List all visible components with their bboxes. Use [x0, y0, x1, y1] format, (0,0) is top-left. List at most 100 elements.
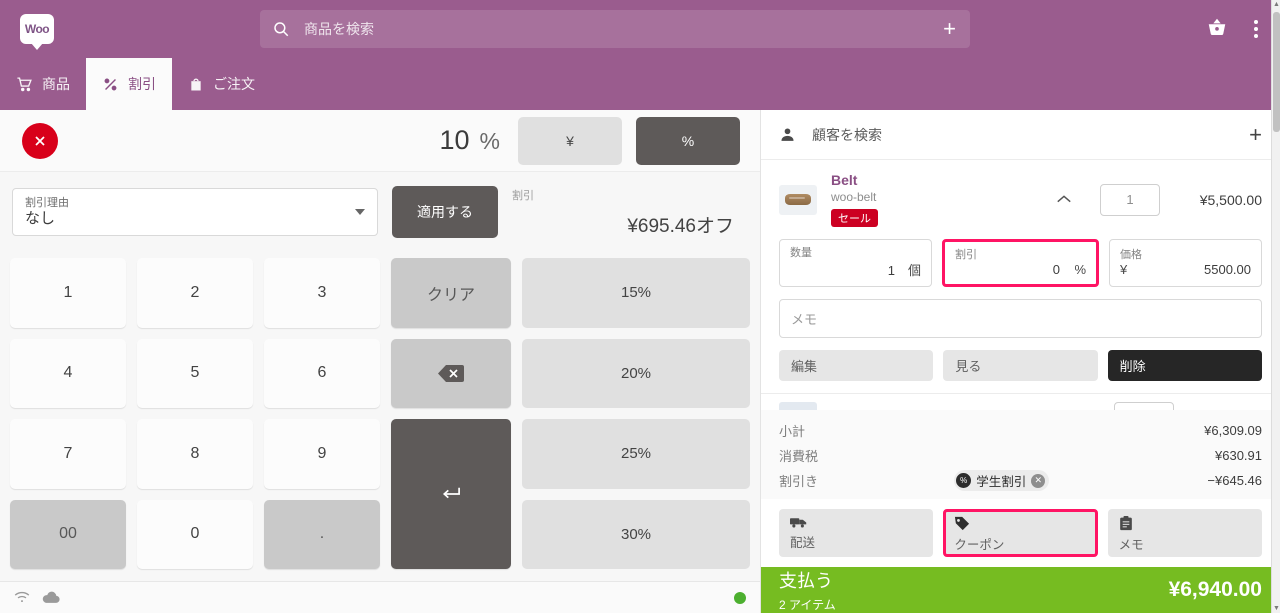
- tab-discount[interactable]: 割引: [86, 58, 172, 110]
- delete-button[interactable]: 削除: [1107, 350, 1262, 381]
- shopping-basket-icon[interactable]: [1206, 16, 1228, 43]
- key-00[interactable]: 00: [10, 499, 126, 569]
- quantity-field-unit: 個: [907, 263, 921, 278]
- key-backspace[interactable]: [391, 338, 511, 408]
- subtotal-row: 小計 ¥6,309.09: [779, 418, 1262, 443]
- key-0[interactable]: 0: [137, 499, 253, 569]
- customer-search-row[interactable]: 顧客を検索 +: [761, 110, 1280, 160]
- key-4[interactable]: 4: [10, 338, 126, 408]
- tag-icon: [954, 516, 1086, 531]
- page-scrollbar[interactable]: ▲ ▼: [1271, 0, 1280, 613]
- cart-icon: [16, 76, 33, 93]
- close-circle-icon[interactable]: [22, 122, 58, 159]
- tab-products[interactable]: 商品: [0, 58, 86, 110]
- discount-reason-select[interactable]: 割引理由 なし: [12, 188, 378, 236]
- discount-type-percent-button[interactable]: %: [636, 116, 740, 165]
- discount-header: 10 % ¥ %: [0, 110, 760, 172]
- discount-chip[interactable]: % 学生割引 ✕: [954, 470, 1050, 491]
- coupon-button-label: クーポン: [954, 538, 1005, 552]
- product-name: Belt: [831, 172, 858, 188]
- key-clear[interactable]: クリア: [391, 258, 511, 328]
- cart-panel: 顧客を検索 + Belt woo-belt セール 1 ¥5,500.00 数量: [760, 110, 1280, 613]
- chevron-up-icon[interactable]: [1056, 192, 1072, 207]
- edit-button[interactable]: 編集: [779, 350, 934, 381]
- line-quantity-input-partial[interactable]: [1114, 402, 1174, 410]
- line-fields-row: 数量 1 個 割引 0 % 価格 ¥ 5500.00: [761, 237, 1280, 287]
- note-button[interactable]: メモ: [1107, 509, 1262, 557]
- key-2[interactable]: 2: [137, 258, 253, 328]
- scroll-up-arrow[interactable]: ▲: [1273, 1, 1280, 8]
- coupon-button[interactable]: クーポン: [943, 509, 1098, 557]
- key-preset-30[interactable]: 30%: [522, 499, 750, 569]
- top-bar: Woo 商品を検索 +: [0, 0, 1280, 58]
- status-bar: [0, 581, 760, 613]
- tax-row: 消費税 ¥630.91: [779, 443, 1262, 468]
- line-discount-label: 割引: [955, 249, 977, 261]
- numeric-keypad: 1 2 3 クリア 15% 4 5 6 20% 7 8 9 25% 00 0 .…: [0, 250, 760, 581]
- remove-circle-icon[interactable]: ✕: [1031, 473, 1046, 488]
- key-8[interactable]: 8: [137, 419, 253, 489]
- quantity-field[interactable]: 数量 1 個: [779, 239, 932, 287]
- key-7[interactable]: 7: [10, 419, 126, 489]
- status-badge: セール: [831, 209, 878, 227]
- cart-line-item[interactable]: Belt woo-belt セール 1 ¥5,500.00: [761, 160, 1280, 237]
- key-1[interactable]: 1: [10, 258, 126, 328]
- tab-orders[interactable]: ご注文: [172, 58, 271, 110]
- discount-row-amount: −¥645.46: [1207, 473, 1262, 488]
- tax-label: 消費税: [779, 449, 819, 464]
- discount-type-yen-button[interactable]: ¥: [518, 116, 622, 165]
- shipping-button[interactable]: 配送: [779, 509, 934, 557]
- percent-circle-icon: %: [956, 473, 972, 488]
- discount-row: 割引き % 学生割引 ✕ −¥645.46: [779, 468, 1262, 493]
- line-discount-unit: %: [1074, 262, 1086, 277]
- customer-search-placeholder: 顧客を検索: [812, 126, 882, 143]
- line-memo-input[interactable]: メモ: [779, 299, 1262, 338]
- cart-bottom-actions: 配送 クーポン メモ: [761, 499, 1280, 567]
- product-thumbnail-partial: [779, 402, 817, 410]
- line-discount-field[interactable]: 割引 0 %: [942, 239, 1099, 287]
- top-bar-actions: [1206, 16, 1262, 43]
- key-preset-20[interactable]: 20%: [522, 338, 750, 408]
- pay-item-count: 2 アイテム: [779, 598, 836, 612]
- line-quantity-input[interactable]: 1: [1100, 183, 1160, 216]
- tab-bar: 商品 割引 ご注文: [0, 58, 1280, 110]
- pay-total: ¥6,940.00: [1168, 578, 1262, 601]
- add-customer-button[interactable]: +: [1249, 123, 1262, 146]
- kebab-menu-icon[interactable]: [1250, 16, 1262, 42]
- key-enter[interactable]: [391, 419, 511, 569]
- tax-amount: ¥630.91: [1215, 448, 1262, 463]
- product-search-bar[interactable]: 商品を検索 +: [260, 10, 970, 48]
- scroll-down-arrow[interactable]: ▼: [1273, 605, 1280, 612]
- apply-discount-button[interactable]: 適用する: [392, 186, 498, 238]
- percent-icon: [102, 76, 119, 93]
- price-field-label: 価格: [1120, 249, 1142, 261]
- line-actions-row: 編集 見る 削除: [761, 338, 1280, 393]
- bag-icon: [188, 76, 204, 93]
- add-product-button[interactable]: +: [943, 18, 956, 40]
- pay-button[interactable]: 支払う 2 アイテム ¥6,940.00: [761, 567, 1280, 613]
- key-preset-25[interactable]: 25%: [522, 419, 750, 489]
- discount-unit: %: [479, 128, 500, 154]
- key-6[interactable]: 6: [264, 338, 380, 408]
- key-preset-15[interactable]: 15%: [522, 258, 750, 328]
- line-discount-line: 0 %: [955, 262, 1086, 277]
- key-9[interactable]: 9: [264, 419, 380, 489]
- cloud-icon: [42, 591, 60, 604]
- scrollbar-thumb[interactable]: [1273, 12, 1280, 132]
- pos-app: Woo 商品を検索 + 商品 割引 ご注文 10 % ¥ % 割引理由 なし 適…: [0, 0, 1280, 613]
- view-button[interactable]: 見る: [943, 350, 1098, 381]
- discount-row-label: 割引き: [779, 474, 819, 489]
- key-decimal[interactable]: .: [264, 499, 380, 569]
- quantity-field-value: 1: [887, 263, 895, 278]
- price-field[interactable]: 価格 ¥ 5500.00: [1109, 239, 1262, 287]
- tab-discount-label: 割引: [128, 76, 156, 92]
- chevron-down-icon[interactable]: [355, 209, 365, 215]
- cart-line-item-partial[interactable]: [761, 393, 1280, 410]
- price-field-currency: ¥: [1120, 262, 1128, 277]
- quantity-field-line: 1 個: [790, 260, 921, 279]
- line-discount-value: 0: [1052, 262, 1060, 277]
- person-icon: [779, 126, 796, 143]
- key-3[interactable]: 3: [264, 258, 380, 328]
- woo-logo[interactable]: Woo: [20, 14, 54, 50]
- key-5[interactable]: 5: [137, 338, 253, 408]
